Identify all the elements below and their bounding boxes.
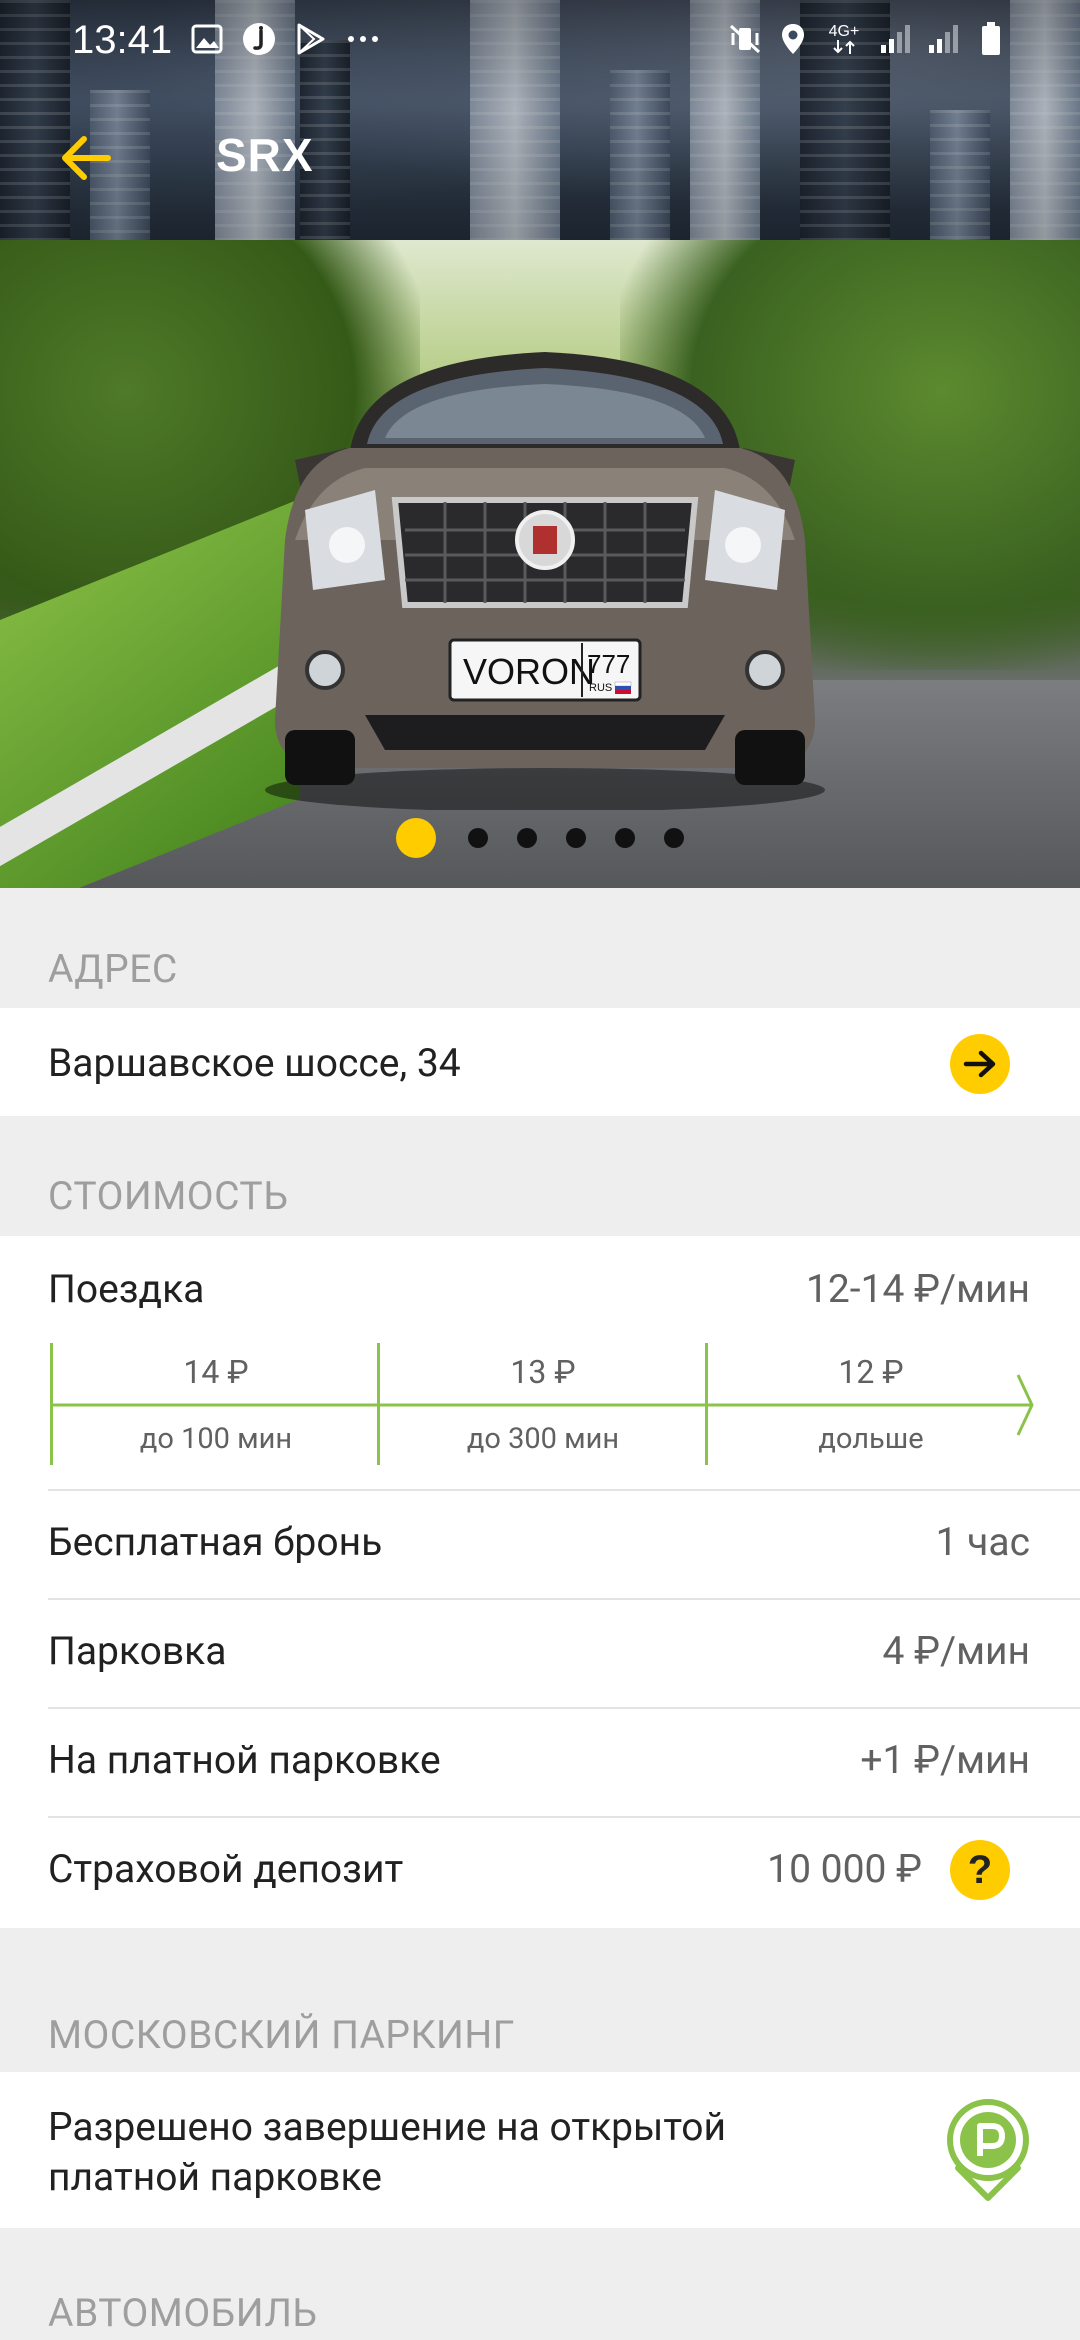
carousel-dot[interactable] [615, 828, 635, 848]
arrow-right-icon [963, 1050, 996, 1078]
notification-icons [190, 22, 380, 56]
car-image: VORON 777 RUS [265, 352, 825, 810]
carousel-indicator [0, 818, 1080, 858]
section-title-moscow-parking: МОСКОВСКИЙ ПАРКИНГ [48, 2012, 515, 2058]
section-title-cost: СТОИМОСТЬ [48, 1173, 289, 1219]
section-title-address: АДРЕС [48, 946, 178, 992]
moscow-parking-row: Разрешено завершение на открытой платной… [0, 2072, 1080, 2228]
network-label: 4G+ [828, 23, 860, 40]
deposit-help-button[interactable]: ? [950, 1840, 1010, 1900]
address-navigate-button[interactable] [950, 1034, 1010, 1094]
divider [48, 1489, 1080, 1491]
parking-label: Парковка [48, 1628, 227, 1674]
battery-icon [974, 22, 1008, 56]
deposit-value: 10 000 ₽ [767, 1846, 922, 1892]
tier-scale-arrow-icon [50, 1374, 1034, 1436]
carousel-dot[interactable] [517, 828, 537, 848]
license-plate-text: VORON [463, 651, 595, 692]
license-plate-number: 777 [587, 649, 630, 679]
carousel-dot[interactable] [664, 828, 684, 848]
location-icon [776, 22, 810, 56]
free-booking-value: 1 час [935, 1519, 1030, 1565]
divider [48, 1598, 1080, 1600]
section-title-car: АВТОМОБИЛЬ [48, 2290, 318, 2336]
parking-pin-icon [947, 2099, 1029, 2201]
carousel-dot-active[interactable] [396, 818, 436, 858]
divider [48, 1707, 1080, 1709]
network-4g-icon: 4G+ [824, 22, 864, 56]
carousel-dot[interactable] [566, 828, 586, 848]
divider [48, 1816, 1080, 1818]
parking-permission-line2: платной парковке [48, 2154, 382, 2200]
address-row[interactable]: Варшавское шоссе, 34 [0, 1008, 1080, 1116]
status-time: 13:41 [72, 18, 173, 62]
paid-parking-value: +1 ₽/мин [860, 1737, 1030, 1783]
status-bar: 13:41 4G+ [0, 0, 1080, 84]
more-dots-icon [346, 22, 380, 56]
app-bar: SRX [0, 110, 1080, 210]
header: 13:41 4G+ SRX [0, 0, 1080, 240]
signal-icon [926, 22, 960, 56]
car-details-screen: 13:41 4G+ SRX VORON 777 RUS АДРЕС Варшав… [0, 0, 1080, 2340]
free-booking-label: Бесплатная бронь [48, 1519, 383, 1565]
cost-card: Поездка 12-14 ₽/мин 14 ₽ до 100 мин 13 ₽… [0, 1236, 1080, 1928]
license-plate-region: RUS [589, 682, 612, 694]
parking-value: 4 ₽/мин [882, 1628, 1031, 1674]
trip-price: 12-14 ₽/мин [805, 1266, 1030, 1312]
car-photo-carousel[interactable]: VORON 777 RUS [0, 240, 1080, 888]
play-store-icon [294, 22, 328, 56]
app-notification-icon [242, 22, 276, 56]
trip-label: Поездка [48, 1266, 205, 1312]
signal-icon [878, 22, 912, 56]
mute-vibrate-icon [728, 22, 762, 56]
tariff-tiers: 14 ₽ до 100 мин 13 ₽ до 300 мин 12 ₽ дол… [50, 1343, 1040, 1468]
image-icon [190, 22, 224, 56]
back-button[interactable] [50, 128, 120, 188]
carousel-dot[interactable] [468, 828, 488, 848]
parking-permission-line1: Разрешено завершение на открытой [48, 2104, 727, 2150]
system-status-icons: 4G+ [728, 22, 1008, 56]
address-text: Варшавское шоссе, 34 [48, 1040, 461, 1086]
paid-parking-label: На платной парковке [48, 1737, 441, 1783]
question-icon: ? [967, 1847, 993, 1892]
arrow-left-icon [62, 136, 111, 180]
deposit-label: Страховой депозит [48, 1846, 404, 1892]
page-title: SRX [216, 129, 314, 181]
